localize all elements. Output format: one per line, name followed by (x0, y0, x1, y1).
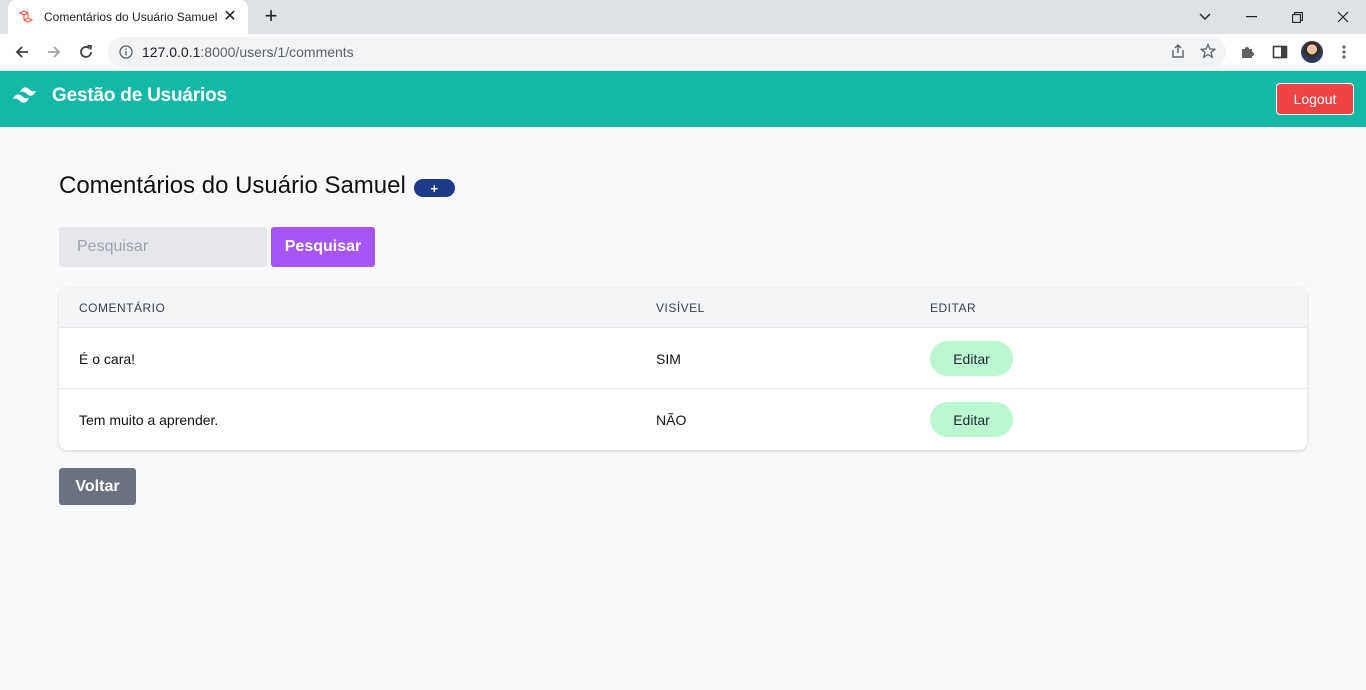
new-tab-icon[interactable]: + (258, 4, 284, 30)
browser-toolbar: 127.0.0.1:8000/users/1/comments (0, 34, 1366, 71)
back-arrow-icon[interactable] (8, 38, 36, 66)
table-row: É o cara! SIM Editar (59, 328, 1307, 389)
column-header-comment: COMENTÁRIO (79, 301, 166, 315)
visible-cell: SIM (656, 351, 681, 367)
search-button[interactable]: Pesquisar (271, 227, 375, 267)
address-bar[interactable]: 127.0.0.1:8000/users/1/comments (108, 37, 1226, 67)
visible-cell: NÃO (656, 412, 687, 428)
forward-arrow-icon[interactable] (40, 38, 68, 66)
url-text: 127.0.0.1:8000/users/1/comments (142, 44, 354, 60)
back-button[interactable]: Voltar (59, 468, 136, 505)
logout-button[interactable]: Logout (1276, 83, 1354, 115)
search-input[interactable] (59, 227, 267, 267)
page-title: Comentários do Usuário Samuel (59, 172, 406, 199)
add-comment-button[interactable]: + (413, 179, 455, 197)
brand[interactable]: Gestão de Usuários (12, 85, 227, 107)
minimize-icon[interactable] (1228, 0, 1274, 34)
edit-button[interactable]: Editar (930, 341, 1013, 376)
share-icon[interactable] (1170, 43, 1186, 64)
table-row: Tem muito a aprender. NÃO Editar (59, 389, 1307, 450)
reload-icon[interactable] (72, 38, 100, 66)
profile-avatar[interactable] (1298, 38, 1326, 66)
column-header-visible: VISÍVEL (656, 301, 705, 315)
browser-tab[interactable]: Comentários do Usuário Samuel ✕ (8, 0, 248, 34)
app-header: Gestão de Usuários Logout (0, 71, 1366, 127)
comments-table: COMENTÁRIO VISÍVEL EDITAR É o cara! SIM … (59, 288, 1307, 450)
close-window-icon[interactable] (1320, 0, 1366, 34)
laravel-icon (18, 9, 34, 25)
title-row: Comentários do Usuário Samuel + (59, 172, 455, 200)
table-header: COMENTÁRIO VISÍVEL EDITAR (59, 288, 1307, 328)
tailwind-logo-icon (13, 87, 36, 103)
comment-cell: Tem muito a aprender. (79, 412, 219, 428)
avatar (1301, 41, 1323, 63)
tab-title: Comentários do Usuário Samuel (44, 10, 218, 24)
url-path: :8000/users/1/comments (200, 44, 354, 60)
tab-search-icon[interactable] (1182, 0, 1228, 34)
site-info-icon[interactable] (118, 44, 134, 60)
side-panel-icon[interactable] (1266, 38, 1294, 66)
close-tab-icon[interactable]: ✕ (222, 9, 238, 25)
kebab-menu-icon[interactable] (1330, 38, 1358, 66)
extensions-puzzle-icon[interactable] (1234, 38, 1262, 66)
browser-tab-bar: Comentários do Usuário Samuel ✕ + (0, 0, 1366, 34)
url-host: 127.0.0.1 (142, 44, 201, 60)
comment-cell: É o cara! (79, 351, 136, 367)
brand-name: Gestão de Usuários (52, 85, 227, 106)
column-header-edit: EDITAR (930, 301, 977, 315)
restore-icon[interactable] (1274, 0, 1320, 34)
edit-button[interactable]: Editar (930, 402, 1013, 437)
bookmark-star-icon[interactable] (1199, 42, 1217, 64)
